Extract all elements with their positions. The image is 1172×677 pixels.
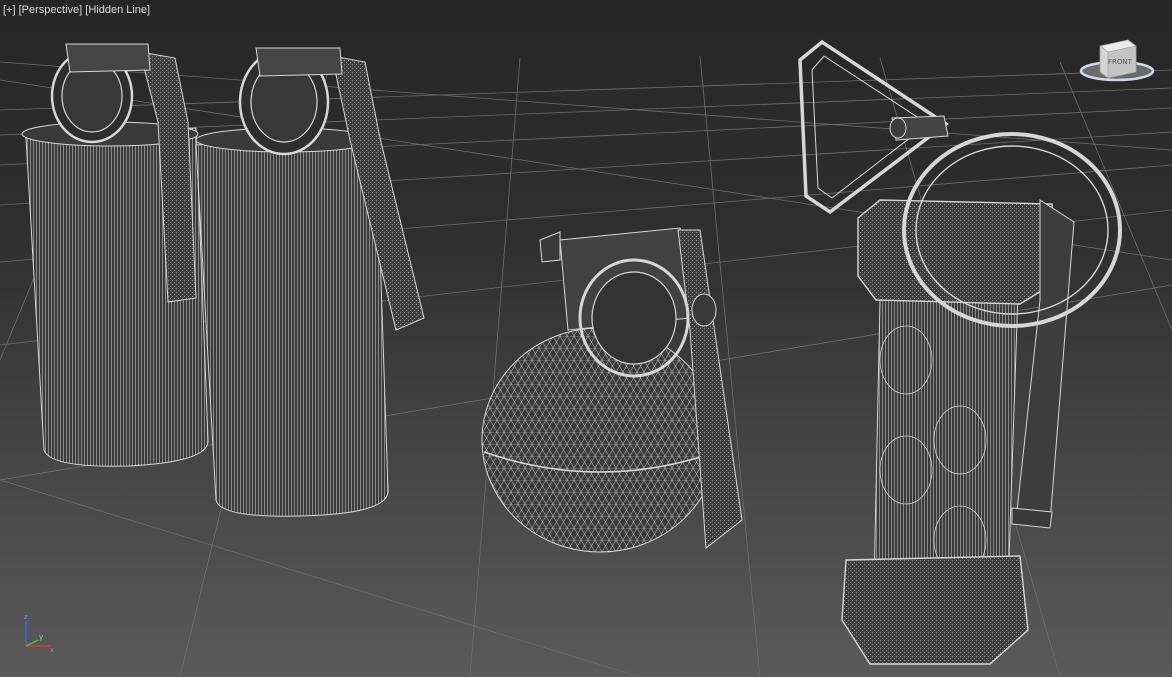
z-axis-label: z — [24, 613, 28, 621]
viewport-label[interactable]: [+] [Perspective] [Hidden Line] — [3, 3, 150, 17]
axis-tripod-icon: z x y — [16, 612, 56, 656]
flashbang-grenade[interactable] — [800, 42, 1120, 664]
viewport-shading-menu[interactable]: [Hidden Line] — [85, 4, 150, 16]
y-axis-label: y — [39, 633, 43, 641]
y-axis-line — [26, 640, 38, 646]
x-axis-label: x — [50, 646, 54, 654]
scene-canvas[interactable] — [0, 0, 1172, 677]
viewcube-icon[interactable]: FRONT — [1078, 32, 1156, 86]
smoke-grenade-left[interactable] — [22, 44, 208, 466]
smoke-grenade-right[interactable] — [196, 48, 424, 516]
frag-grenade[interactable] — [482, 228, 742, 552]
viewport-plus-menu[interactable]: [+] — [3, 4, 16, 16]
viewcube-face-label: FRONT — [1108, 58, 1133, 66]
perspective-viewport[interactable]: [+] [Perspective] [Hidden Line] FRONT z … — [0, 0, 1172, 677]
viewport-view-menu[interactable]: [Perspective] — [19, 4, 83, 16]
